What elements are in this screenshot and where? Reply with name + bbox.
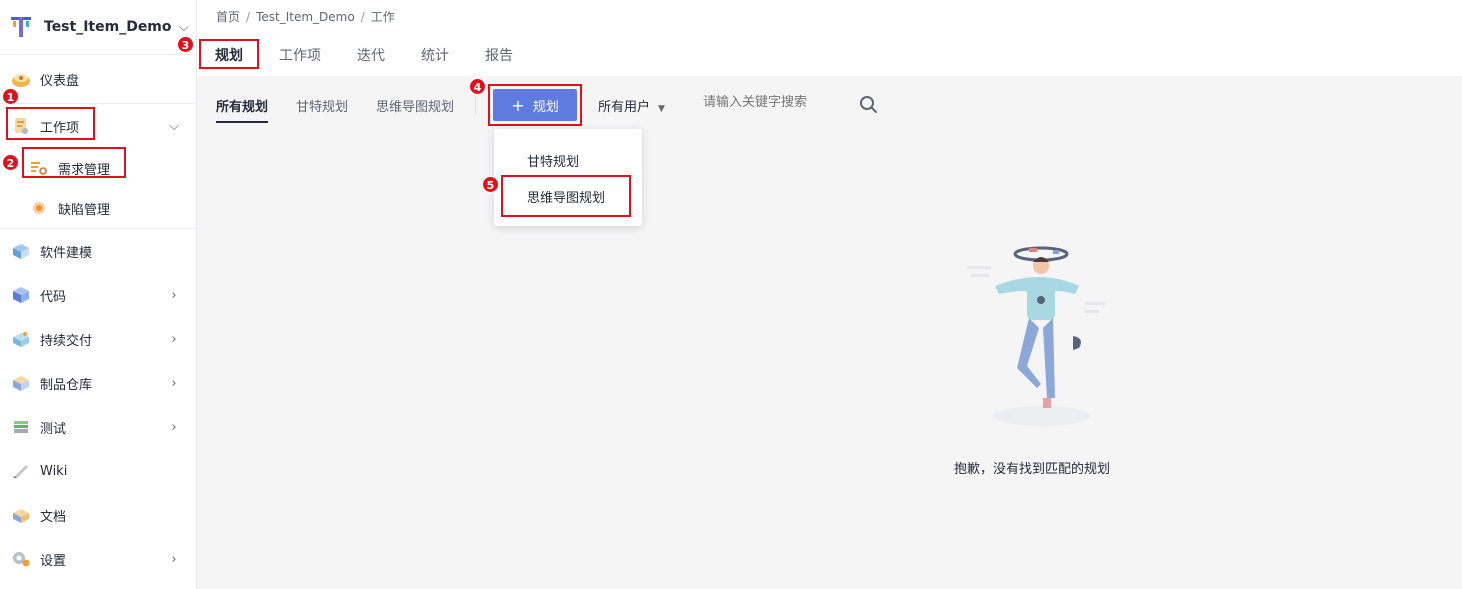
dropdown-item-gantt[interactable]: 甘特规划	[527, 151, 579, 170]
sidebar-item-code[interactable]: 代码 ›	[0, 273, 196, 317]
sidebar-item-label: 文档	[40, 509, 67, 525]
sidebar: Test_Item_Demo ⌵ 仪表盘 工作项 ⌵ 需求管理 缺陷管理 软件建…	[0, 0, 197, 589]
breadcrumb-current: 工作	[370, 10, 395, 24]
annotation-box-5	[501, 175, 631, 217]
sidebar-item-modeling[interactable]: 软件建模	[0, 229, 196, 273]
settings-icon	[10, 549, 32, 569]
test-icon	[10, 417, 32, 437]
sidebar-item-label: 测试	[40, 421, 67, 437]
sidebar-item-test[interactable]: 测试 ›	[0, 405, 196, 449]
annotation-marker-3: 3	[177, 36, 194, 53]
subtab-mindmap-plans[interactable]: 思维导图规划	[376, 96, 454, 115]
sidebar-item-delivery[interactable]: 持续交付 ›	[0, 317, 196, 361]
sidebar-item-settings[interactable]: 设置 ›	[0, 537, 196, 581]
wiki-icon	[10, 461, 32, 481]
search-input[interactable]	[703, 95, 843, 110]
sidebar-item-defect[interactable]: 缺陷管理	[0, 188, 196, 228]
code-icon	[10, 285, 32, 305]
breadcrumb-project[interactable]: Test_Item_Demo	[256, 10, 355, 24]
tab-statistics[interactable]: 统计	[403, 40, 467, 72]
artifact-icon	[10, 373, 32, 393]
sidebar-item-label: Wiki	[40, 463, 68, 479]
modeling-icon	[10, 241, 32, 261]
sidebar-item-label: 代码	[40, 289, 67, 305]
empty-state-illustration	[967, 246, 1105, 426]
annotation-box-4	[488, 84, 582, 126]
main-content: 首页 / Test_Item_Demo / 工作 规划 工作项 迭代 统计 报告 所有规…	[197, 0, 1462, 589]
annotation-marker-1: 1	[2, 88, 19, 105]
dashboard-icon	[10, 69, 32, 89]
annotation-marker-4: 4	[469, 78, 486, 95]
tab-workitem[interactable]: 工作项	[261, 40, 339, 72]
defect-icon	[28, 198, 50, 218]
top-header: 首页 / Test_Item_Demo / 工作 规划 工作项 迭代 统计 报告	[197, 0, 1462, 76]
project-name: Test_Item_Demo	[44, 19, 172, 35]
chevron-down-icon[interactable]: ⌵	[172, 20, 196, 35]
project-switcher[interactable]: Test_Item_Demo ⌵	[0, 0, 196, 54]
breadcrumb: 首页 / Test_Item_Demo / 工作	[216, 10, 395, 24]
document-icon	[10, 505, 32, 525]
user-filter-dropdown[interactable]: 所有用户 ▼	[598, 96, 665, 115]
tab-report[interactable]: 报告	[467, 40, 531, 72]
toolbar-divider	[475, 96, 476, 114]
search-icon[interactable]	[859, 95, 879, 119]
sidebar-item-document[interactable]: 文档	[0, 493, 196, 537]
annotation-box-3	[199, 39, 259, 69]
chevron-right-icon[interactable]: ›	[152, 552, 196, 567]
plan-toolbar: 所有规划 甘特规划 思维导图规划 + 规划 所有用户 ▼	[197, 84, 1462, 128]
sidebar-item-label: 缺陷管理	[58, 202, 111, 218]
empty-state-message: 抱歉，没有找到匹配的规划	[954, 462, 1111, 477]
breadcrumb-home[interactable]: 首页	[216, 10, 240, 24]
project-logo-icon	[10, 15, 32, 39]
delivery-icon	[10, 329, 32, 349]
subtab-all-plans[interactable]: 所有规划	[216, 96, 269, 123]
chevron-right-icon[interactable]: ›	[152, 288, 196, 303]
sidebar-item-label: 软件建模	[40, 245, 93, 261]
chevron-right-icon[interactable]: ›	[152, 420, 196, 435]
caret-down-icon: ▼	[658, 104, 665, 114]
sidebar-item-label: 持续交付	[40, 333, 93, 349]
sidebar-item-artifact[interactable]: 制品仓库 ›	[0, 361, 196, 405]
sidebar-item-label: 仪表盘	[40, 73, 80, 89]
sidebar-item-label: 设置	[40, 553, 67, 569]
annotation-box-1	[6, 107, 95, 140]
chevron-down-icon[interactable]: ⌵	[152, 119, 196, 134]
sidebar-item-wiki[interactable]: Wiki	[0, 449, 196, 493]
annotation-marker-2: 2	[2, 154, 19, 171]
chevron-right-icon[interactable]: ›	[152, 376, 196, 391]
annotation-box-2	[22, 147, 126, 178]
annotation-marker-5: 5	[482, 176, 499, 193]
subtab-gantt-plans[interactable]: 甘特规划	[296, 96, 348, 115]
sidebar-item-label: 制品仓库	[40, 377, 93, 393]
chevron-right-icon[interactable]: ›	[152, 332, 196, 347]
sidebar-item-dashboard[interactable]: 仪表盘	[0, 55, 196, 103]
tab-iteration[interactable]: 迭代	[339, 40, 403, 72]
